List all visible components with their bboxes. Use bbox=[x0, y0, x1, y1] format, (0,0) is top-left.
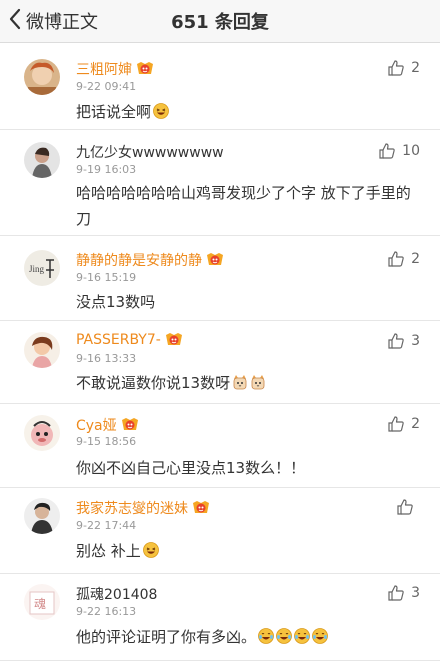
comment-text: 他的评论证明了你有多凶。 bbox=[76, 624, 420, 650]
like-button[interactable]: 3 bbox=[387, 332, 420, 350]
username[interactable]: 我家苏志燮的迷妹 bbox=[76, 498, 210, 518]
thumbs-up-icon bbox=[396, 498, 420, 516]
vip-badge-icon bbox=[136, 61, 154, 77]
like-button[interactable] bbox=[396, 498, 420, 516]
comment-item[interactable]: 我家苏志燮的迷妹 9-22 17:44 别怂 补上 bbox=[0, 488, 440, 574]
comment-text: 哈哈哈哈哈哈哈山鸡哥发现少了个字 放下了手里的刀 bbox=[76, 180, 420, 232]
comment-item[interactable]: 九亿少女wwwwwwww 9-19 16:03 哈哈哈哈哈哈哈山鸡哥发现少了个字 放… bbox=[0, 130, 440, 236]
thumbs-up-icon bbox=[387, 250, 411, 268]
comment-text: 把话说全啊 bbox=[76, 99, 420, 125]
username[interactable]: PASSERBY7- bbox=[76, 332, 183, 348]
avatar[interactable] bbox=[24, 332, 60, 368]
username[interactable]: 静静的静是安静的静 bbox=[76, 250, 224, 270]
laugh-cry-emoji-icon bbox=[312, 628, 328, 644]
timestamp: 9-16 13:33 bbox=[76, 352, 137, 365]
avatar[interactable] bbox=[24, 415, 60, 451]
like-button[interactable]: 3 bbox=[387, 584, 420, 602]
username[interactable]: 孤魂201408 bbox=[76, 584, 157, 604]
thumbs-up-icon bbox=[387, 59, 411, 77]
comment-text: 没点13数吗 bbox=[76, 289, 420, 315]
like-count: 10 bbox=[402, 143, 420, 159]
thumbs-up-icon bbox=[387, 415, 411, 433]
avatar[interactable] bbox=[24, 142, 60, 178]
username-label: 三粗阿婶 bbox=[76, 62, 132, 78]
comment-body: 别怂 补上 bbox=[76, 542, 141, 560]
like-count: 2 bbox=[411, 416, 420, 432]
like-count: 3 bbox=[411, 333, 420, 349]
username-label: PASSERBY7- bbox=[76, 332, 161, 348]
username[interactable]: 九亿少女wwwwwwww bbox=[76, 142, 224, 162]
timestamp: 9-22 09:41 bbox=[76, 80, 137, 93]
like-button[interactable]: 2 bbox=[387, 250, 420, 268]
timestamp: 9-22 17:44 bbox=[76, 519, 137, 532]
vip-badge-icon bbox=[206, 252, 224, 268]
navigation-bar: 微博正文 651 条回复 bbox=[0, 0, 440, 43]
avatar[interactable]: Jing bbox=[24, 250, 60, 286]
chevron-left-icon bbox=[8, 8, 22, 34]
like-count: 2 bbox=[411, 251, 420, 267]
comment-item[interactable]: PASSERBY7- 9-16 13:33 不敢说逼数你说13数呀 3 bbox=[0, 321, 440, 404]
like-count: 3 bbox=[411, 585, 420, 601]
avatar[interactable] bbox=[24, 498, 60, 534]
username-label: 孤魂201408 bbox=[76, 587, 158, 603]
timestamp: 9-22 16:13 bbox=[76, 605, 137, 618]
username[interactable]: Cya娅 bbox=[76, 415, 139, 435]
timestamp: 9-16 15:19 bbox=[76, 271, 137, 284]
vip-badge-icon bbox=[192, 500, 210, 516]
comment-text: 不敢说逼数你说13数呀 bbox=[76, 370, 420, 396]
back-button[interactable]: 微博正文 bbox=[8, 0, 98, 42]
laugh-emoji-icon bbox=[153, 103, 169, 119]
username-label: Cya娅 bbox=[76, 418, 117, 434]
laugh-emoji-icon bbox=[142, 542, 159, 558]
comment-text: 别怂 补上 bbox=[76, 538, 420, 564]
comment-body: 他的评论证明了你有多凶。 bbox=[76, 628, 257, 646]
like-count: 2 bbox=[411, 60, 420, 76]
like-button[interactable]: 10 bbox=[378, 142, 420, 160]
comment-body: 把话说全啊 bbox=[76, 103, 152, 121]
username-label: 我家苏志燮的迷妹 bbox=[76, 501, 188, 517]
svg-text:魂: 魂 bbox=[34, 596, 46, 611]
laugh-cry-emoji-icon bbox=[276, 628, 292, 644]
avatar[interactable]: 魂 bbox=[24, 584, 60, 620]
username-label: 九亿少女wwwwwwww bbox=[76, 145, 224, 161]
comment-list: 三粗阿婶 9-22 09:41 把话说全啊 2 九亿少女wwwwwwww 9-19 16:… bbox=[0, 43, 440, 661]
username-label: 静静的静是安静的静 bbox=[76, 253, 202, 269]
thumbs-up-icon bbox=[387, 584, 411, 602]
thumbs-up-icon bbox=[378, 142, 402, 160]
comment-body: 你凶不凶自己心里没点13数么！！ bbox=[76, 459, 306, 477]
username[interactable]: 三粗阿婶 bbox=[76, 59, 154, 79]
comment-body: 不敢说逼数你说13数呀 bbox=[76, 374, 231, 392]
comment-body: 没点13数吗 bbox=[76, 293, 156, 311]
comment-body: 哈哈哈哈哈哈哈山鸡哥发现少了个字 放下了手里的刀 bbox=[76, 184, 411, 228]
cat-emoji-icon bbox=[232, 374, 248, 390]
comment-item[interactable]: Cya娅 9-15 18:56 你凶不凶自己心里没点13数么！！ 2 bbox=[0, 404, 440, 488]
timestamp: 9-15 18:56 bbox=[76, 435, 137, 448]
comment-item[interactable]: 三粗阿婶 9-22 09:41 把话说全啊 2 bbox=[0, 43, 440, 130]
cat-emoji-icon bbox=[250, 374, 266, 390]
comment-item[interactable]: 魂 孤魂201408 9-22 16:13 他的评论证明了你有多凶。 3 bbox=[0, 574, 440, 661]
thumbs-up-icon bbox=[387, 332, 411, 350]
comment-text: 你凶不凶自己心里没点13数么！！ bbox=[76, 455, 420, 481]
avatar[interactable] bbox=[24, 59, 60, 95]
vip-badge-icon bbox=[165, 332, 183, 348]
vip-badge-icon bbox=[121, 417, 139, 433]
comment-item[interactable]: Jing 静静的静是安静的静 9-16 15:19 没点13数吗 2 bbox=[0, 236, 440, 321]
svg-text:Jing: Jing bbox=[29, 264, 45, 274]
like-button[interactable]: 2 bbox=[387, 415, 420, 433]
timestamp: 9-19 16:03 bbox=[76, 163, 137, 176]
like-button[interactable]: 2 bbox=[387, 59, 420, 77]
back-label: 微博正文 bbox=[26, 12, 98, 33]
laugh-cry-emoji-icon bbox=[258, 628, 274, 644]
laugh-cry-emoji-icon bbox=[294, 628, 310, 644]
